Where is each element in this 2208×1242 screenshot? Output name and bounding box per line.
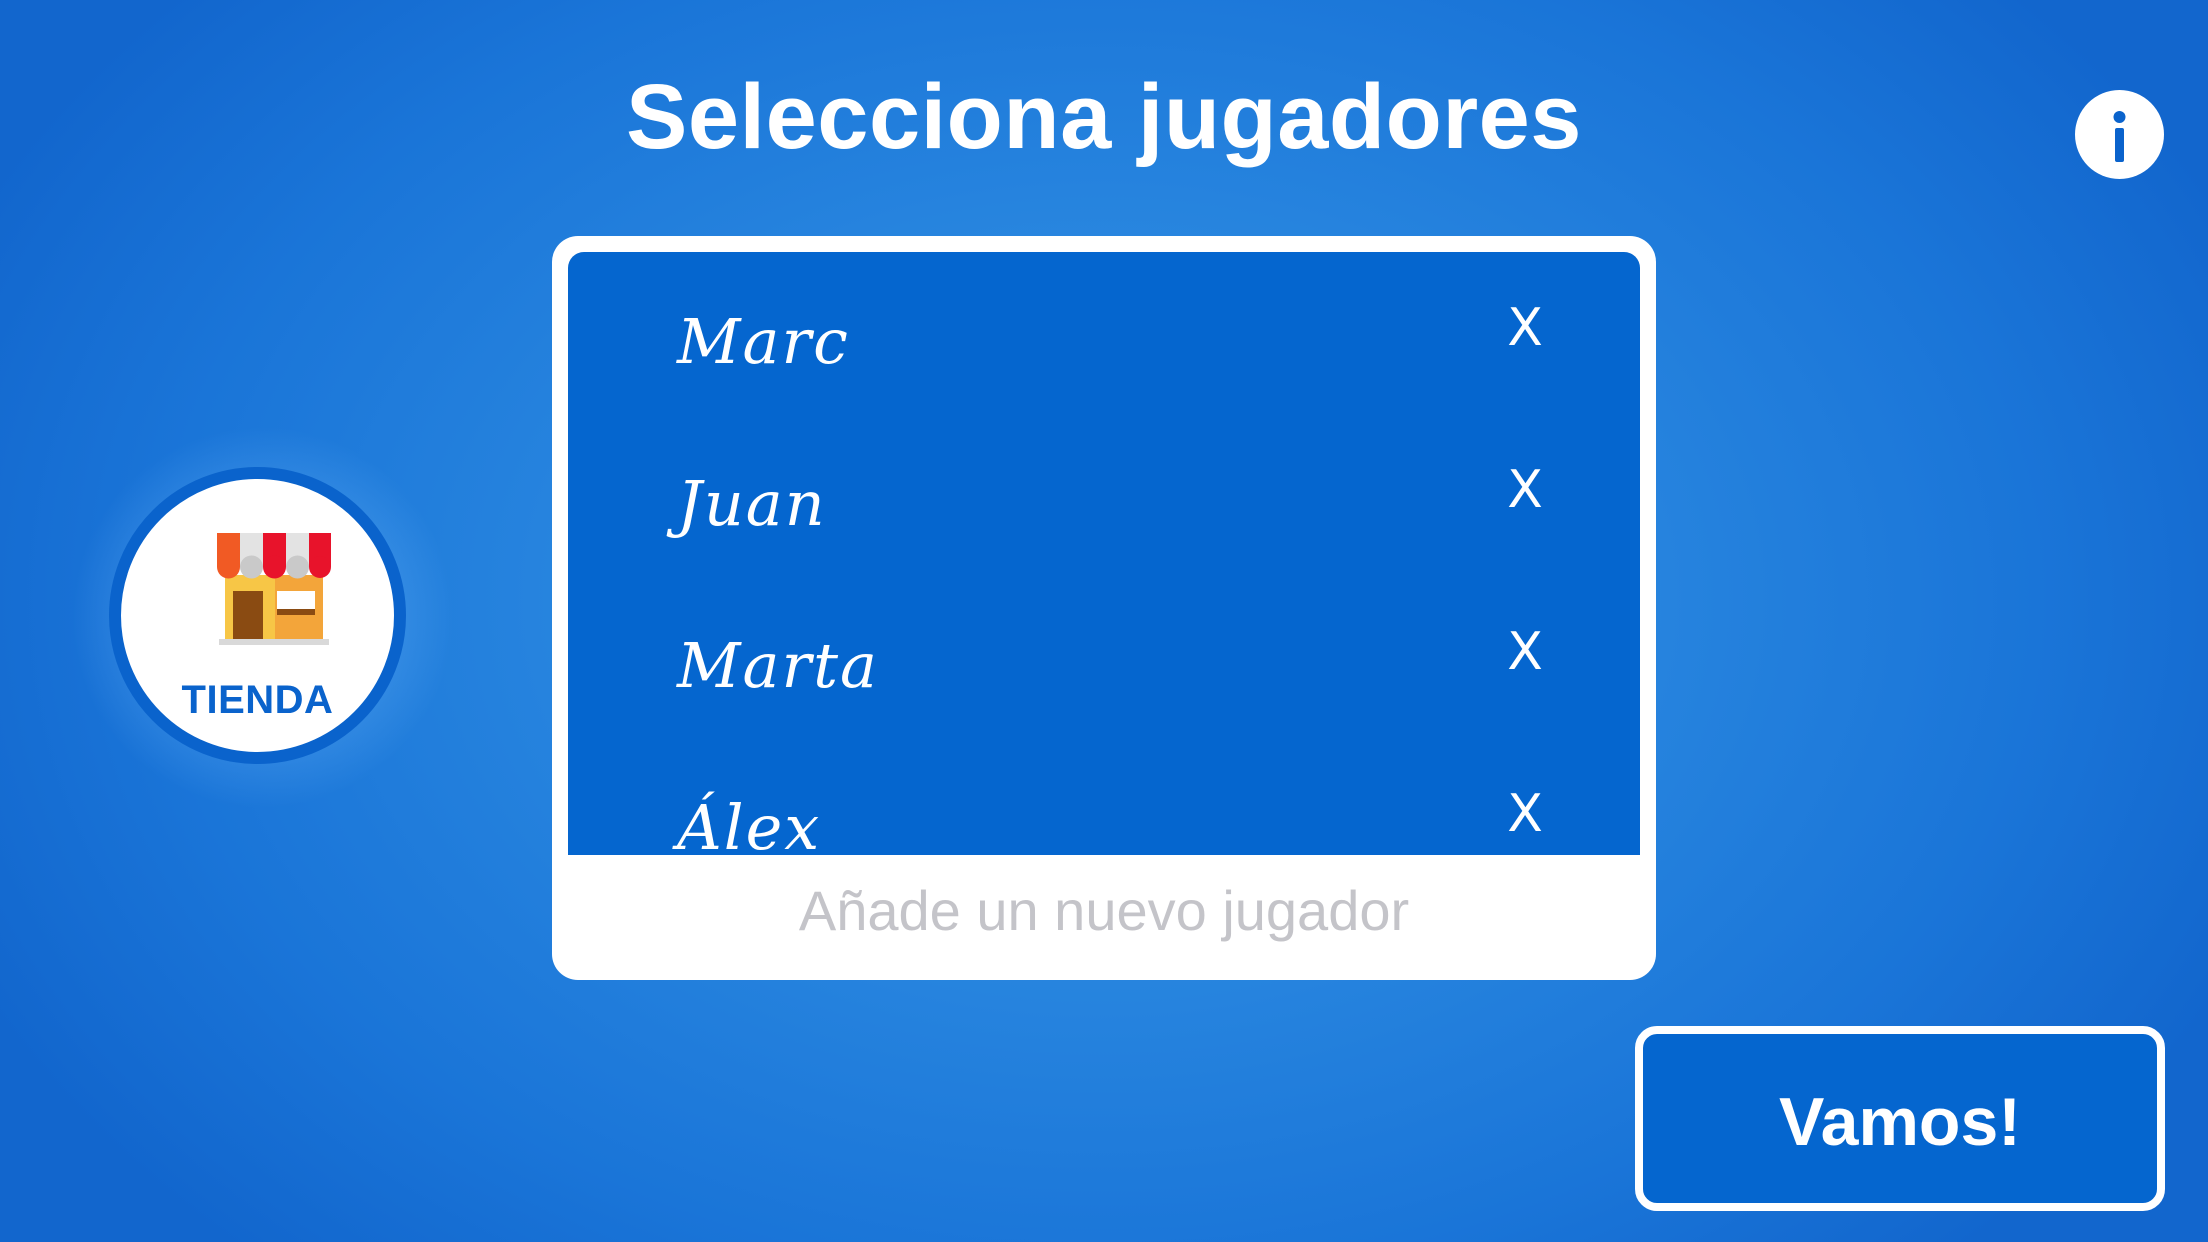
players-panel: Marc X Juan X Marta X Álex X xyxy=(552,236,1656,980)
remove-player-button[interactable]: X xyxy=(1500,784,1550,844)
players-list[interactable]: Marc X Juan X Marta X Álex X xyxy=(568,252,1640,855)
player-name: Álex xyxy=(677,791,822,855)
go-button-label: Vamos! xyxy=(1779,1084,2021,1160)
store-icon xyxy=(217,533,331,645)
player-name: Marc xyxy=(677,305,850,378)
page-title: Selecciona jugadores xyxy=(626,66,1582,168)
go-button[interactable]: Vamos! xyxy=(1635,1026,2165,1211)
player-name: Marta xyxy=(677,629,879,702)
player-row: Marta X xyxy=(568,576,1640,738)
info-icon xyxy=(2113,111,2126,162)
remove-player-button[interactable]: X xyxy=(1500,460,1550,520)
player-row: Marc X xyxy=(568,252,1640,414)
new-player-input[interactable] xyxy=(568,855,1640,965)
player-row: Álex X xyxy=(568,738,1640,855)
player-name: Juan xyxy=(677,467,827,540)
shop-button[interactable]: TIENDA xyxy=(109,467,406,764)
remove-player-button[interactable]: X xyxy=(1500,622,1550,682)
info-button[interactable] xyxy=(2075,90,2164,179)
remove-player-button[interactable]: X xyxy=(1500,298,1550,358)
player-row: Juan X xyxy=(568,414,1640,576)
shop-label: TIENDA xyxy=(181,678,334,722)
